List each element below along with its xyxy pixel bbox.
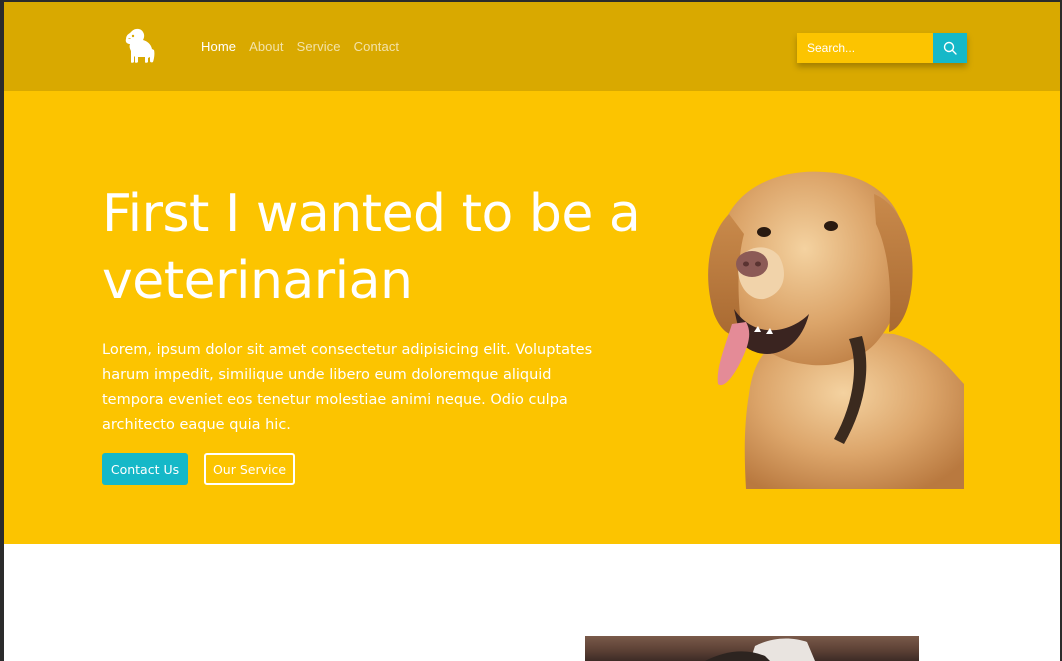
contact-us-button[interactable]: Contact Us	[102, 453, 188, 485]
golden-retriever-image	[708, 171, 964, 489]
our-service-button[interactable]: Our Service	[204, 453, 295, 485]
search-button[interactable]	[933, 33, 967, 63]
site-header: Home About Service Contact	[4, 2, 1060, 91]
page: Home About Service Contact First I wante…	[4, 2, 1060, 661]
hero-description: Lorem, ipsum dolor sit amet consectetur …	[102, 342, 593, 433]
nav-link-contact[interactable]: Contact	[354, 39, 400, 54]
main-nav: Home About Service Contact	[201, 39, 412, 54]
nav-link-about[interactable]: About	[249, 39, 283, 54]
section-heading-partial	[102, 650, 442, 661]
search-icon	[943, 41, 957, 55]
dog-logo-icon[interactable]	[122, 27, 158, 67]
search-bar	[797, 33, 967, 63]
nav-link-service[interactable]: Service	[297, 39, 341, 54]
hero-title: First I wanted to be a veterinarian	[102, 184, 641, 311]
hero-section: First I wanted to be a veterinarian Lore…	[4, 91, 1060, 544]
search-input[interactable]	[797, 33, 933, 63]
nav-link-home[interactable]: Home	[201, 39, 236, 54]
section-image-partial	[585, 636, 919, 661]
next-section	[4, 544, 1060, 661]
